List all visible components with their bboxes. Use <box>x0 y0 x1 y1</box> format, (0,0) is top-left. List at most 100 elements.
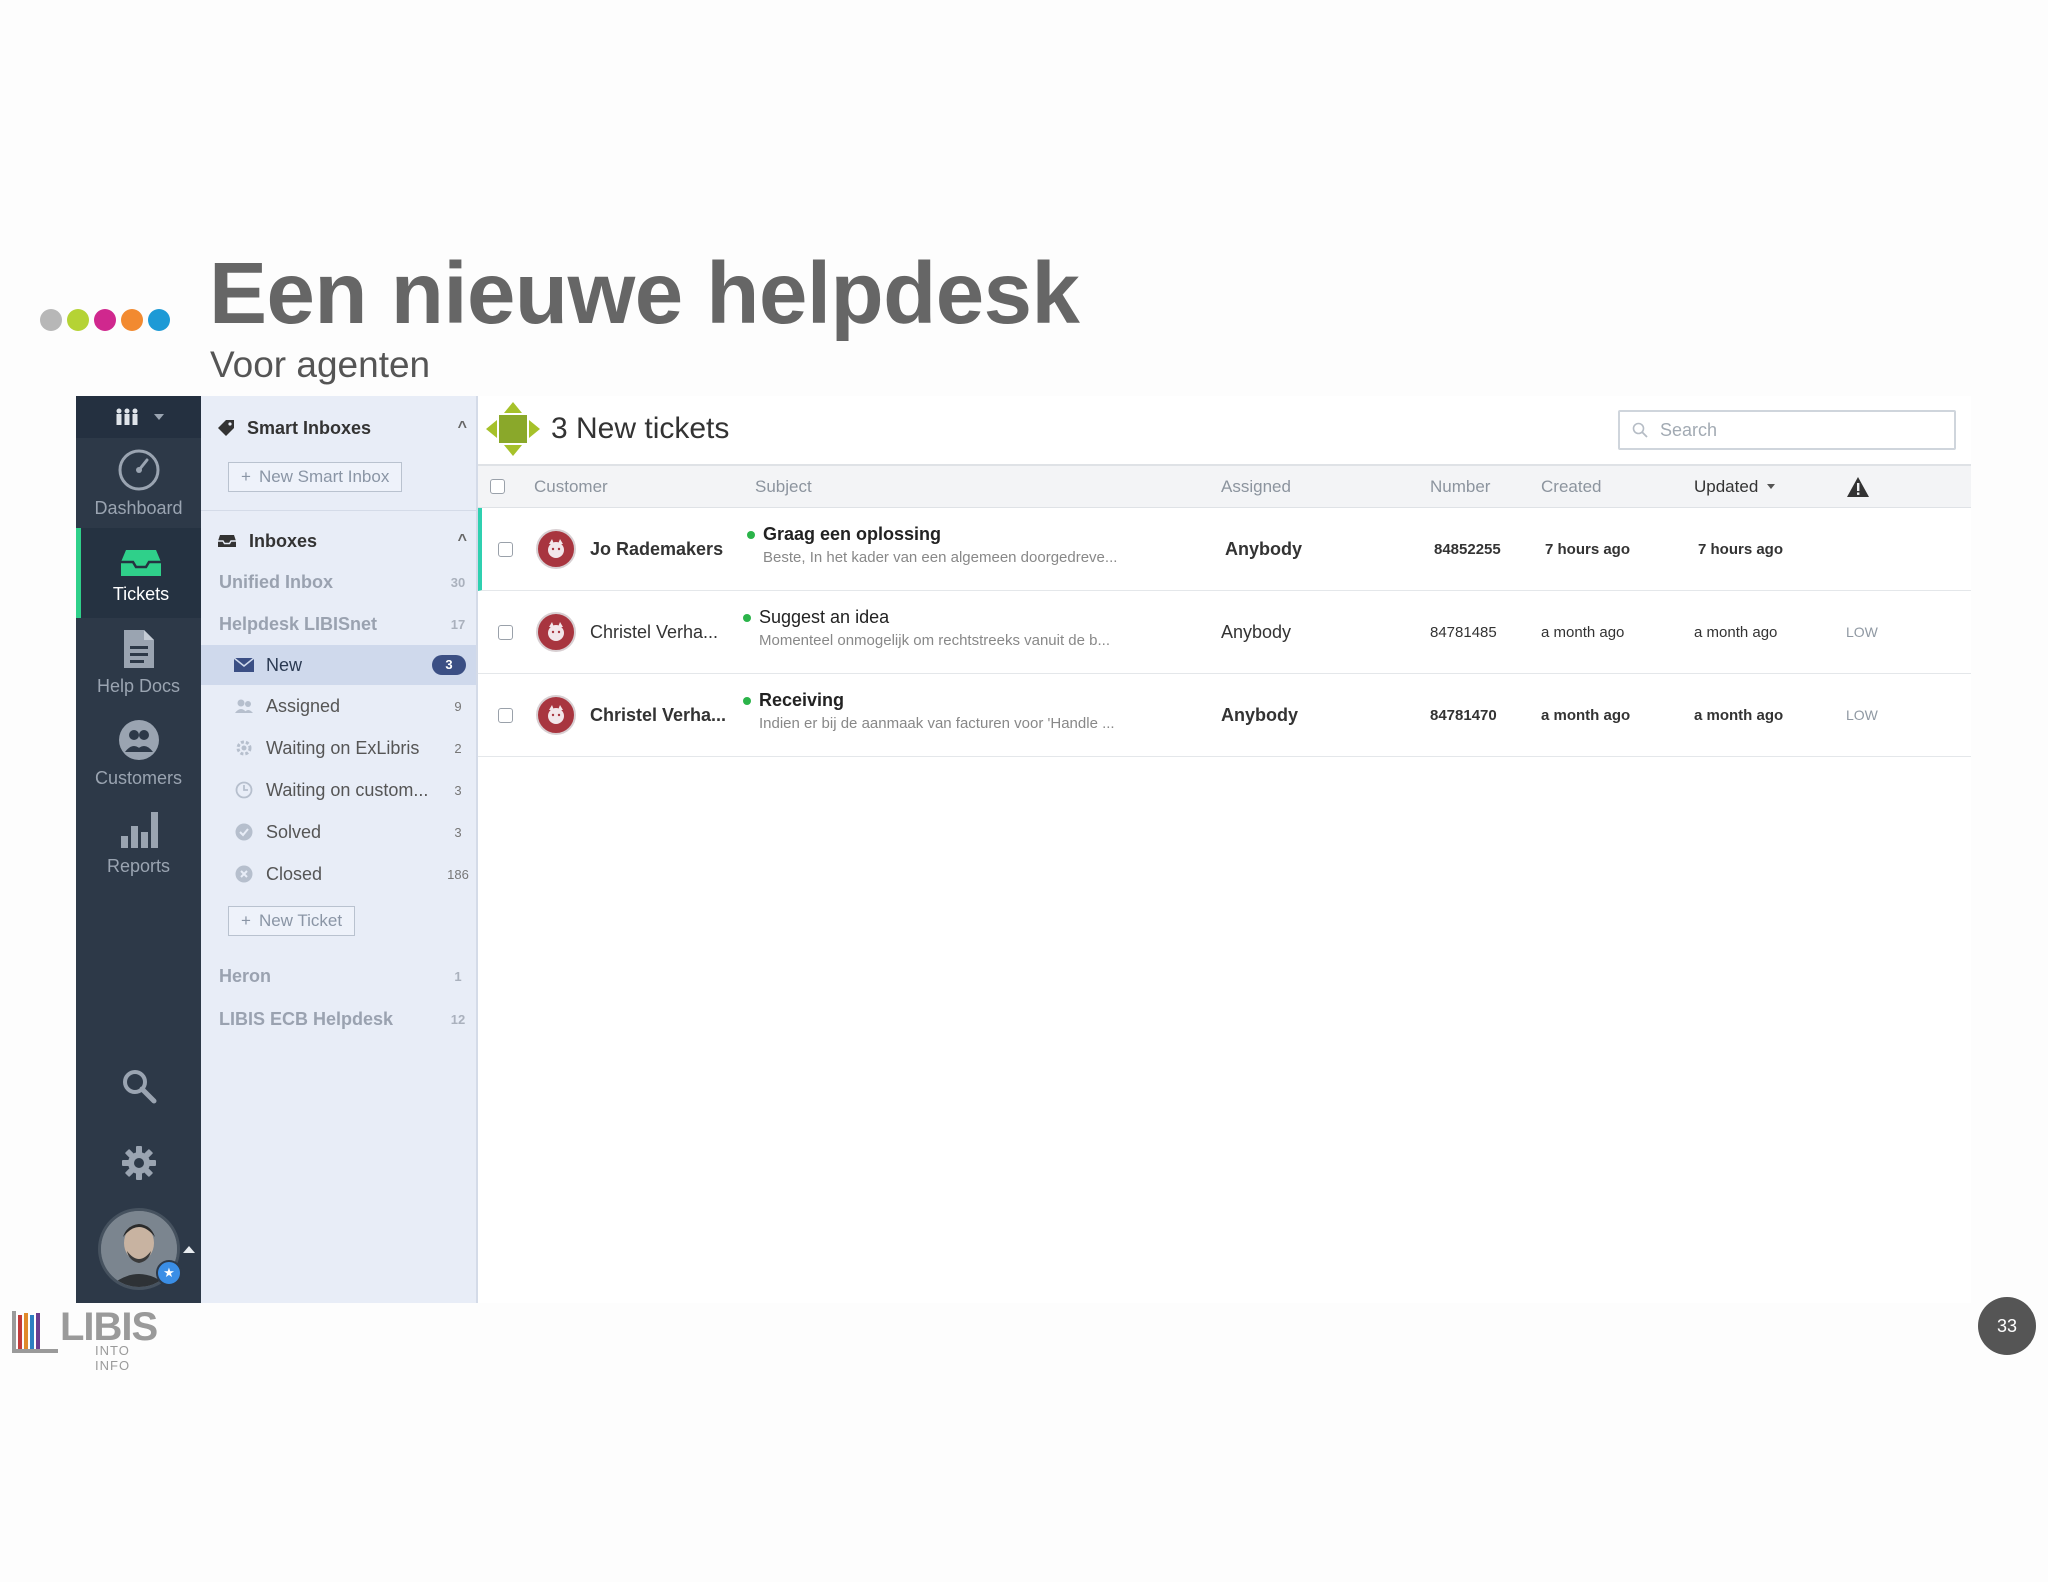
subject-title: Graag een oplossing <box>763 524 942 544</box>
nav-help-docs-label: Help Docs <box>96 676 181 696</box>
folder-closed-label: Closed <box>266 863 323 884</box>
table-header: Customer Subject Assigned Number Created… <box>478 464 1971 508</box>
star-badge-icon: ★ <box>156 1260 182 1286</box>
helpdesk-libisnet-inbox[interactable]: Helpdesk LIBISnet 17 <box>201 605 476 643</box>
team-switcher[interactable] <box>76 396 201 438</box>
created-time: a month ago <box>1541 623 1625 641</box>
nav-help-docs[interactable]: Help Docs <box>76 628 201 708</box>
bar-chart-icon <box>120 812 158 848</box>
search-icon <box>1632 422 1648 438</box>
status-dot <box>747 530 755 539</box>
col-updated[interactable]: Updated <box>1694 466 1776 507</box>
inbox-sidebar: Smart Inboxes ^ + New Smart Inbox Inboxe… <box>201 396 478 1303</box>
folder-assigned-label: Assigned <box>266 695 341 716</box>
dot-green <box>67 309 89 331</box>
select-all-checkbox[interactable] <box>490 466 505 507</box>
table-row[interactable]: Jo Rademakers Graag een oplossing Beste,… <box>478 508 1971 591</box>
assigned-value[interactable]: Anybody <box>1221 674 1298 756</box>
col-updated-label: Updated <box>1694 476 1759 496</box>
ticket-subject[interactable]: Receiving Indien er bij de aanmaak van f… <box>743 690 1115 732</box>
search-icon <box>122 1070 156 1104</box>
updated-time: a month ago <box>1694 706 1784 724</box>
search-box[interactable] <box>1618 410 1956 450</box>
folder-solved-count: 3 <box>454 824 462 840</box>
nav-tickets-label: Tickets <box>112 584 170 604</box>
chevron-up-icon[interactable]: ^ <box>458 419 467 437</box>
folder-new[interactable]: New 3 <box>201 645 476 685</box>
inbox-heron-label: Heron <box>219 965 272 986</box>
warning-icon <box>1847 476 1869 497</box>
customer-name[interactable]: Christel Verha... <box>590 674 726 756</box>
dashboard-gauge-icon <box>118 449 159 491</box>
folder-assigned[interactable]: Assigned 9 <box>201 687 476 725</box>
nav-dashboard[interactable]: Dashboard <box>76 448 201 528</box>
customer-name[interactable]: Christel Verha... <box>590 591 718 673</box>
ticket-list-title: 3 New tickets <box>551 412 730 445</box>
col-customer[interactable]: Customer <box>534 466 608 507</box>
search-input[interactable] <box>1658 418 1942 442</box>
table-row[interactable]: Christel Verha... Suggest an idea Moment… <box>478 591 1971 674</box>
new-smart-inbox-label: New Smart Inbox <box>258 467 390 486</box>
slide-subtitle: Voor agenten <box>210 344 431 385</box>
table-row[interactable]: Christel Verha... Receiving Indien er bi… <box>478 674 1971 757</box>
row-checkbox[interactable] <box>498 591 513 673</box>
inboxes-label: Inboxes <box>249 530 318 551</box>
subject-preview: Beste, In het kader van een algemeen doo… <box>763 549 1118 566</box>
dot-orange <box>121 309 143 331</box>
folder-waiting-customer[interactable]: Waiting on custom... 3 <box>201 771 476 809</box>
check-circle-icon <box>233 821 255 843</box>
page-number: 33 <box>1978 1297 2036 1355</box>
folder-closed[interactable]: Closed 186 <box>201 855 476 893</box>
inbox-tray-icon <box>121 550 161 576</box>
inbox-heron[interactable]: Heron 1 <box>201 957 476 995</box>
ticket-subject[interactable]: Graag een oplossing Beste, In het kader … <box>747 524 1117 566</box>
smart-inboxes-header[interactable]: Smart Inboxes ^ <box>217 413 467 443</box>
folder-waiting-customer-count: 3 <box>454 782 462 798</box>
customer-avatar <box>536 508 576 590</box>
nav-reports[interactable]: Reports <box>76 808 201 888</box>
ticket-number: 84852255 <box>1434 540 1501 558</box>
plus-icon: + <box>241 911 251 930</box>
folder-waiting-exlibris[interactable]: Waiting on ExLibris 2 <box>201 729 476 767</box>
row-checkbox[interactable] <box>498 508 513 590</box>
libis-logo-tagline: INTO INFO <box>95 1343 131 1373</box>
created-time: a month ago <box>1541 706 1631 724</box>
nav-tickets[interactable]: Tickets <box>76 528 201 618</box>
row-checkbox[interactable] <box>498 674 513 756</box>
nav-customers[interactable]: Customers <box>76 718 201 798</box>
assigned-value[interactable]: Anybody <box>1221 591 1291 673</box>
document-icon <box>123 630 154 668</box>
new-ticket-button[interactable]: + New Ticket <box>228 906 356 936</box>
col-assigned[interactable]: Assigned <box>1221 466 1291 507</box>
nav-settings[interactable] <box>76 1144 201 1187</box>
new-smart-inbox-button[interactable]: + New Smart Inbox <box>228 462 403 492</box>
cat-avatar-icon <box>548 539 564 558</box>
col-created[interactable]: Created <box>1541 466 1601 507</box>
inbox-libis-ecb[interactable]: LIBIS ECB Helpdesk 12 <box>201 1000 476 1038</box>
folder-solved[interactable]: Solved 3 <box>201 813 476 851</box>
subject-title: Suggest an idea <box>759 607 890 627</box>
col-priority[interactable] <box>1846 466 1870 507</box>
col-number[interactable]: Number <box>1430 466 1490 507</box>
slide-dots <box>40 309 170 331</box>
inbox-libis-ecb-label: LIBIS ECB Helpdesk <box>219 1008 394 1029</box>
created-time: 7 hours ago <box>1545 540 1631 558</box>
chevron-up-icon[interactable]: ^ <box>458 532 467 550</box>
unified-inbox-label: Unified Inbox <box>219 571 333 592</box>
assigned-value[interactable]: Anybody <box>1225 508 1302 590</box>
caret-up-icon <box>183 1246 195 1253</box>
smart-inboxes-label: Smart Inboxes <box>247 417 372 438</box>
customer-name[interactable]: Jo Rademakers <box>590 508 723 590</box>
tag-icon <box>218 420 234 436</box>
unified-inbox[interactable]: Unified Inbox 30 <box>201 563 476 601</box>
updated-time: a month ago <box>1694 623 1778 641</box>
new-tickets-arrows-icon <box>486 402 540 456</box>
unified-inbox-count: 30 <box>450 574 466 590</box>
ticket-subject[interactable]: Suggest an idea Momenteel onmogelijk om … <box>743 607 1110 649</box>
col-subject[interactable]: Subject <box>755 466 812 507</box>
nav-search[interactable] <box>76 1068 201 1109</box>
inboxes-header[interactable]: Inboxes ^ <box>217 526 467 556</box>
inbox-icon <box>218 535 236 547</box>
gear-icon <box>121 1146 156 1180</box>
folder-new-label: New <box>266 654 303 675</box>
